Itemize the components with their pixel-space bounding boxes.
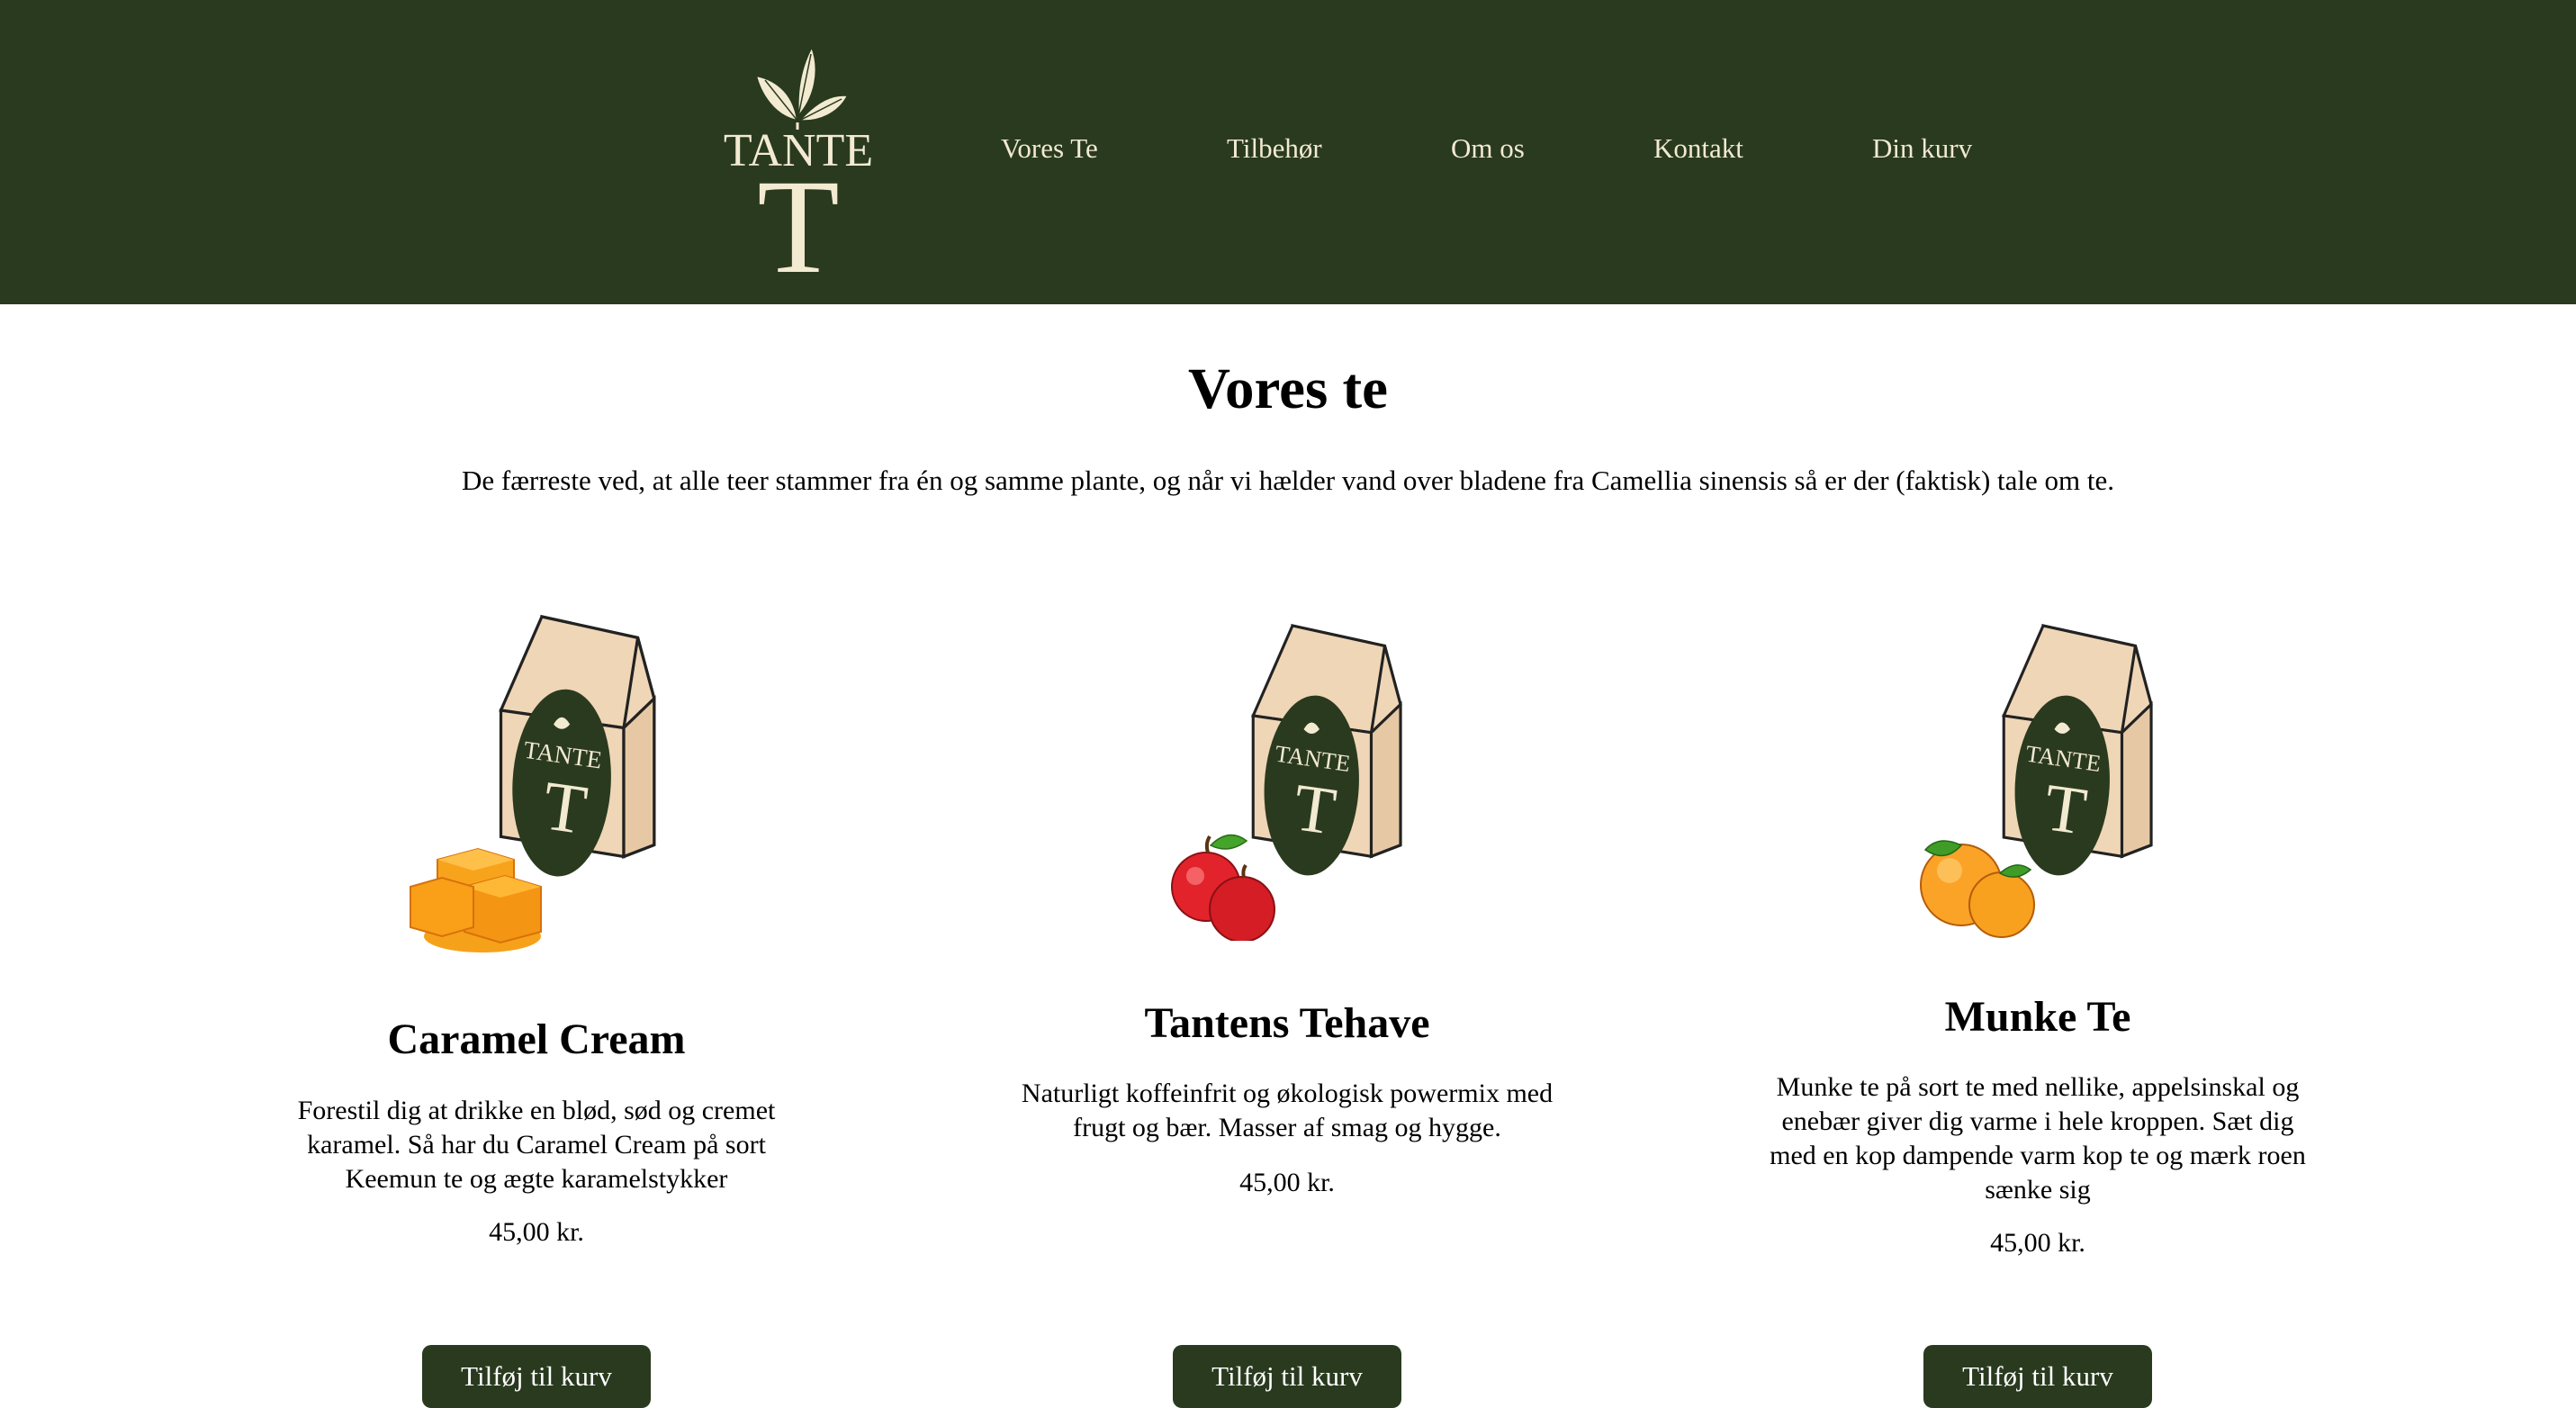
product-name: Munke Te — [1944, 993, 2131, 1041]
product-card-munke-te: Munke Te Munke te på sort te med nellike… — [1723, 0, 2353, 1408]
product-name: Caramel Cream — [387, 1015, 686, 1063]
product-image-oranges — [1903, 617, 2173, 945]
product-description: Naturligt koffeinfrit og økologisk power… — [1021, 1079, 1554, 1142]
apples-icon — [1171, 834, 1275, 943]
add-to-cart-button[interactable]: Tilføj til kurv — [1173, 1345, 1401, 1408]
add-to-cart-button[interactable]: Tilføj til kurv — [422, 1345, 651, 1408]
product-image-caramel — [401, 608, 671, 963]
product-description: Forestil dig at drikke en blød, sød og c… — [297, 1096, 776, 1194]
product-card-tantens-tehave: Tantens Tehave Naturligt koffeinfrit og … — [972, 0, 1602, 1408]
product-card-caramel-cream: Caramel Cream Forestil dig at drikke en … — [221, 0, 851, 1408]
product-price: 45,00 kr. — [1990, 1228, 2085, 1258]
oranges-icon — [1920, 840, 2035, 938]
add-to-cart-button[interactable]: Tilføj til kurv — [1923, 1345, 2152, 1408]
product-name: Tantens Tehave — [1144, 999, 1430, 1047]
caramel-cubes-icon — [410, 847, 542, 952]
product-price: 45,00 kr. — [1239, 1168, 1335, 1197]
product-description: Munke te på sort te med nellike, appelsi… — [1770, 1072, 2306, 1205]
product-image-apples — [1152, 617, 1422, 945]
product-price: 45,00 kr. — [489, 1217, 584, 1247]
